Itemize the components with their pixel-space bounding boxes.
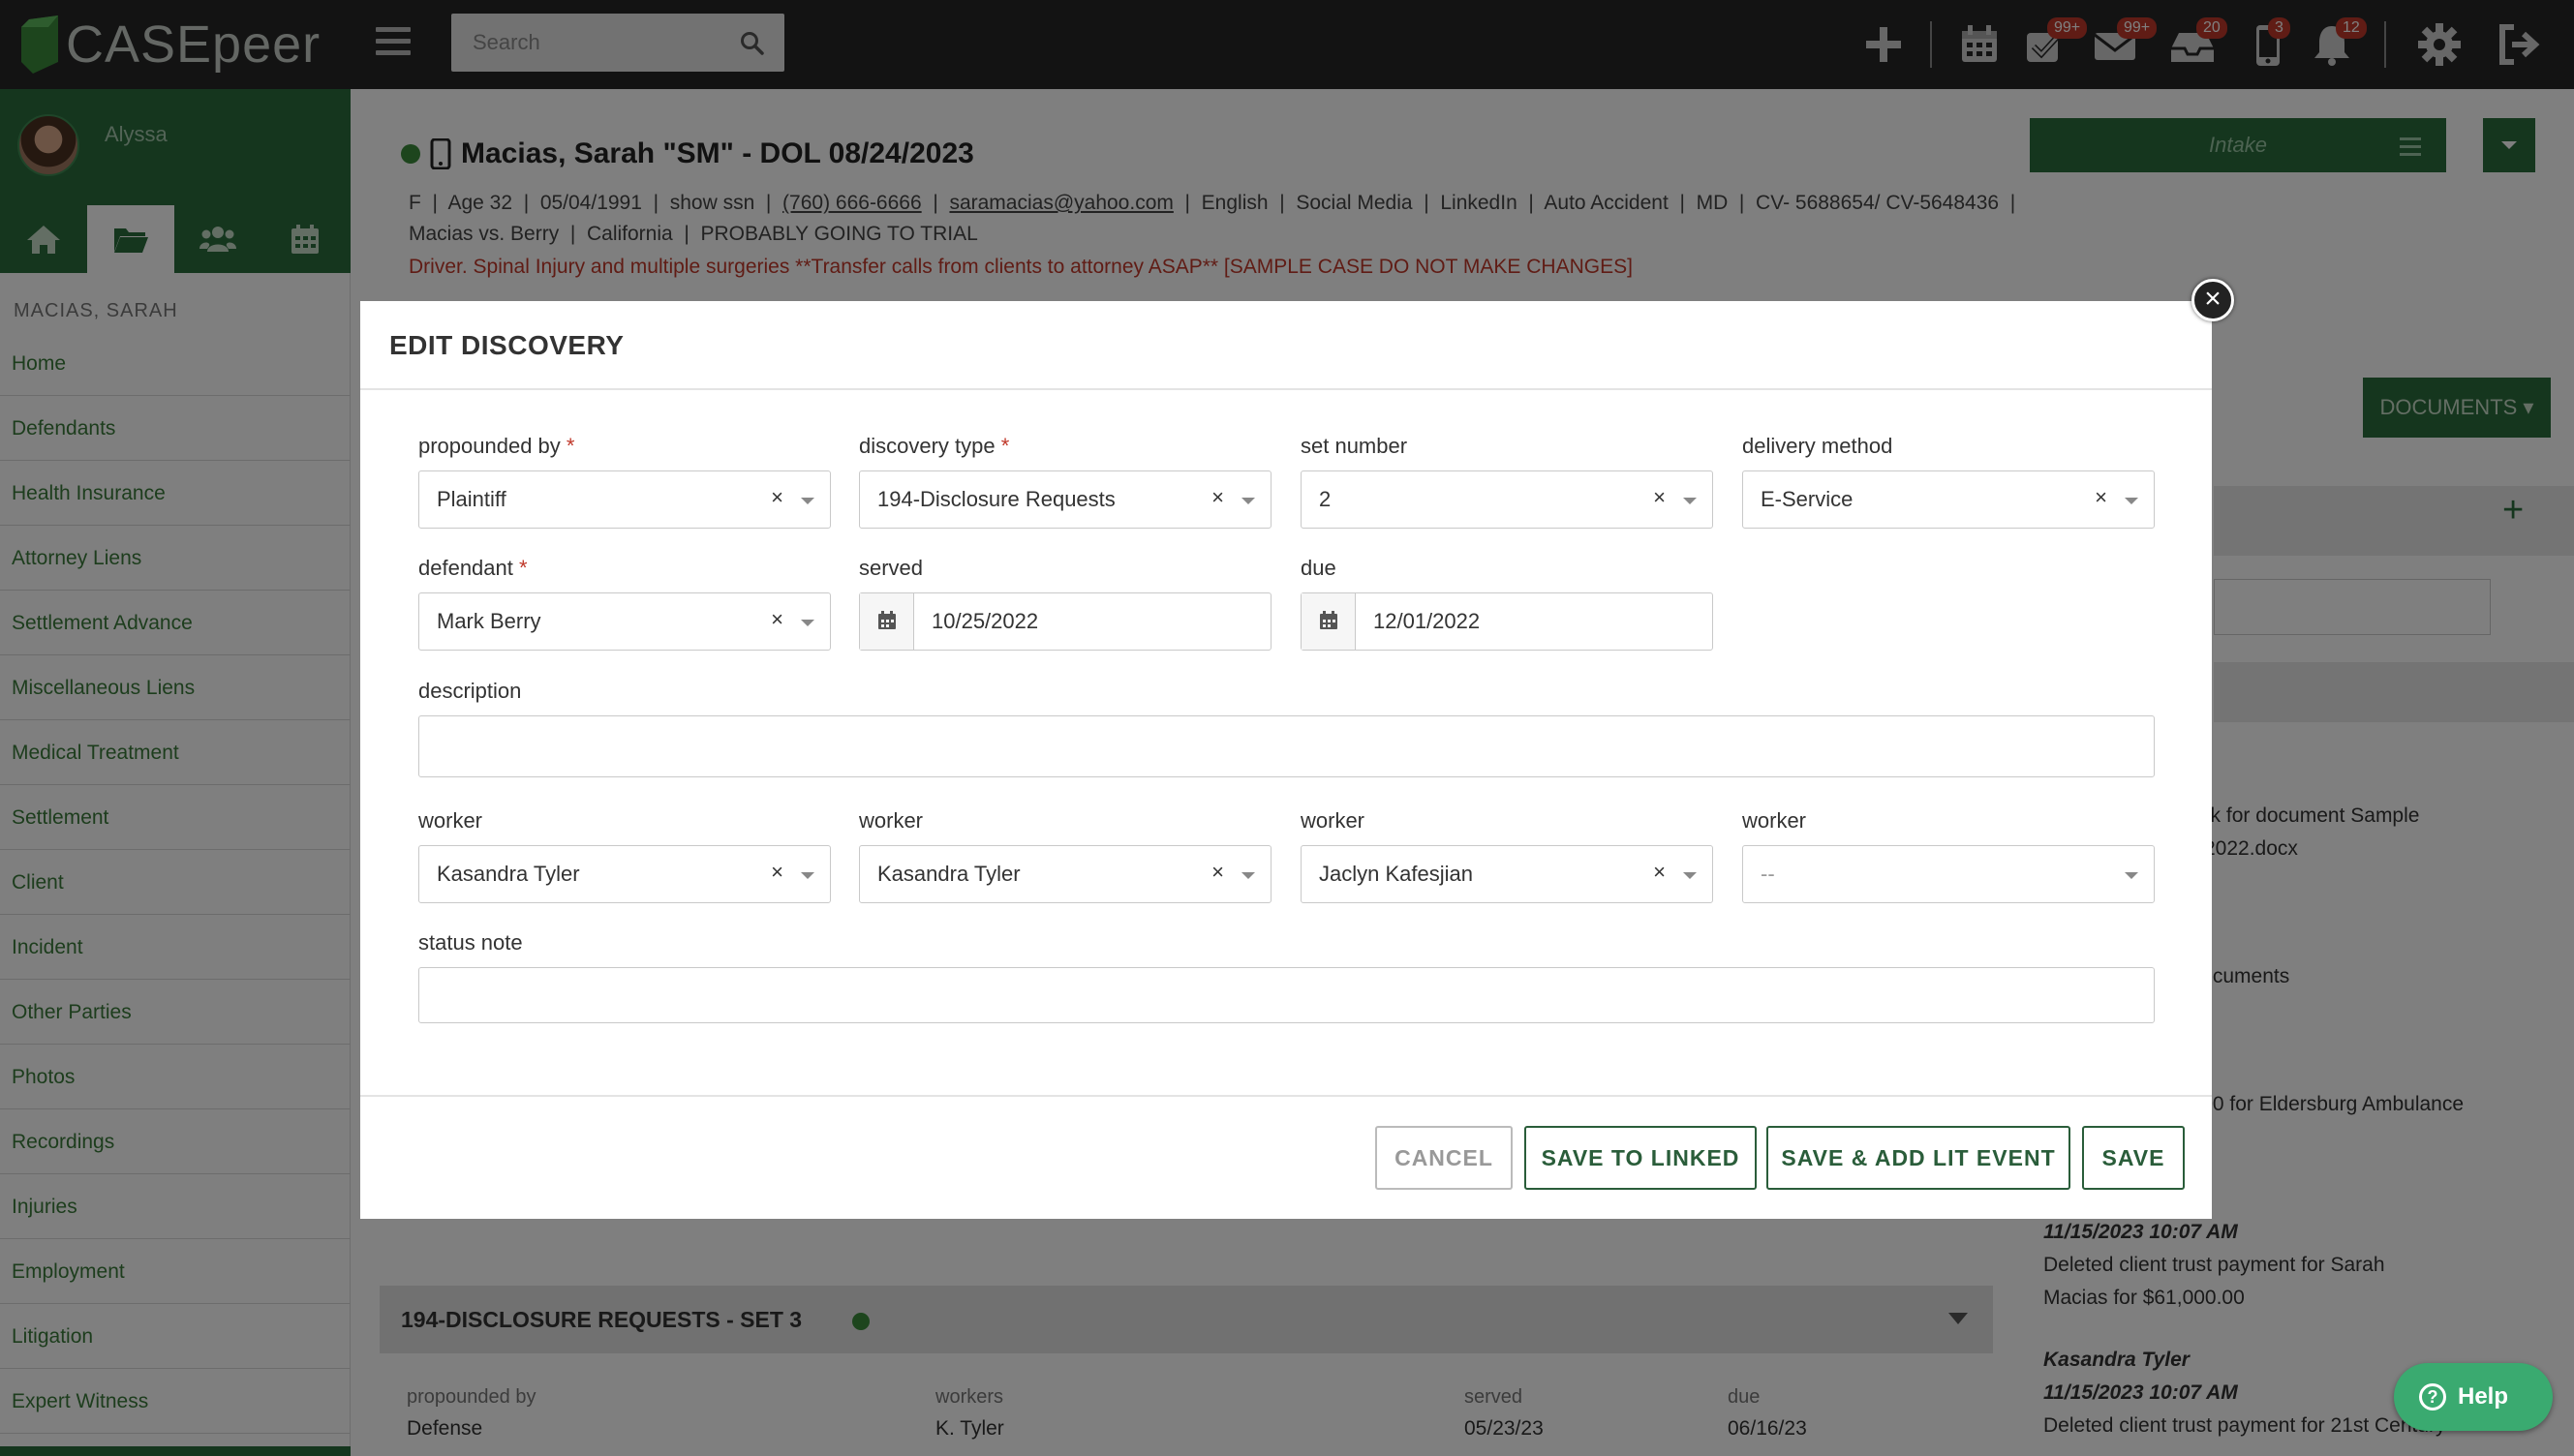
clear-icon[interactable]: ×	[2095, 485, 2107, 510]
dropdown-arrow-icon[interactable]	[801, 498, 814, 504]
served-date-field[interactable]: 10/25/2022	[859, 592, 1272, 651]
delivery-method-label: delivery method	[1742, 434, 1893, 458]
description-input[interactable]	[418, 715, 2155, 777]
select-value: E-Service	[1761, 487, 1854, 511]
save-button[interactable]: SAVE	[2082, 1126, 2185, 1190]
select-value: Jaclyn Kafesjian	[1319, 862, 1473, 886]
propounded-by-label: propounded by *	[418, 434, 574, 459]
required-mark: *	[1000, 434, 1010, 458]
worker-label: worker	[1301, 808, 1365, 833]
select-placeholder: --	[1761, 862, 1775, 886]
served-label: served	[859, 556, 924, 580]
calendar-icon[interactable]	[1302, 593, 1356, 650]
edit-discovery-modal: EDIT DISCOVERY propounded by * Plaintiff…	[360, 301, 2212, 1219]
clear-icon[interactable]: ×	[1653, 485, 1666, 510]
label-text: defendant	[418, 556, 513, 580]
select-value: 194-Disclosure Requests	[877, 487, 1116, 511]
set-number-label: set number	[1301, 434, 1408, 458]
dropdown-arrow-icon[interactable]	[801, 620, 814, 626]
dropdown-arrow-icon[interactable]	[1683, 872, 1697, 879]
due-date-field[interactable]: 12/01/2022	[1301, 592, 1713, 651]
clear-icon[interactable]: ×	[771, 485, 783, 510]
cancel-button[interactable]: CANCEL	[1375, 1126, 1513, 1190]
description-label: description	[418, 679, 522, 703]
help-button[interactable]: ? Help	[2394, 1363, 2553, 1431]
worker-select-4[interactable]: --	[1742, 845, 2155, 903]
select-value: Kasandra Tyler	[877, 862, 1021, 886]
status-note-input[interactable]	[418, 967, 2155, 1023]
required-mark: *	[566, 434, 575, 458]
worker-select-1[interactable]: Kasandra Tyler ×	[418, 845, 831, 903]
select-value: Kasandra Tyler	[437, 862, 580, 886]
dropdown-arrow-icon[interactable]	[2125, 872, 2138, 879]
date-value: 12/01/2022	[1373, 609, 1481, 633]
help-label: Help	[2458, 1383, 2509, 1410]
discovery-type-select[interactable]: 194-Disclosure Requests ×	[859, 470, 1272, 529]
status-note-label: status note	[418, 930, 523, 955]
select-value: Mark Berry	[437, 609, 541, 633]
delivery-method-select[interactable]: E-Service ×	[1742, 470, 2155, 529]
divider	[360, 1095, 2212, 1097]
worker-label: worker	[859, 808, 924, 833]
dropdown-arrow-icon[interactable]	[2125, 498, 2138, 504]
date-value: 10/25/2022	[932, 609, 1039, 633]
required-mark: *	[519, 556, 528, 580]
clear-icon[interactable]: ×	[1653, 860, 1666, 885]
select-value: Plaintiff	[437, 487, 506, 511]
worker-label: worker	[1742, 808, 1807, 833]
discovery-type-label: discovery type *	[859, 434, 1009, 459]
due-label: due	[1301, 556, 1336, 580]
defendant-label: defendant *	[418, 556, 528, 581]
clear-icon[interactable]: ×	[771, 607, 783, 632]
propounded-by-select[interactable]: Plaintiff ×	[418, 470, 831, 529]
defendant-select[interactable]: Mark Berry ×	[418, 592, 831, 651]
close-icon[interactable]: ×	[2191, 279, 2234, 321]
worker-label: worker	[418, 808, 483, 833]
set-number-select[interactable]: 2 ×	[1301, 470, 1713, 529]
modal-title: EDIT DISCOVERY	[389, 330, 625, 360]
label-text: discovery type	[859, 434, 996, 458]
label-text: propounded by	[418, 434, 561, 458]
clear-icon[interactable]: ×	[1211, 485, 1224, 510]
divider	[360, 388, 2212, 390]
select-value: 2	[1319, 487, 1332, 511]
dropdown-arrow-icon[interactable]	[801, 872, 814, 879]
dropdown-arrow-icon[interactable]	[1241, 872, 1255, 879]
help-icon: ?	[2419, 1383, 2446, 1410]
clear-icon[interactable]: ×	[771, 860, 783, 885]
worker-select-2[interactable]: Kasandra Tyler ×	[859, 845, 1272, 903]
dropdown-arrow-icon[interactable]	[1683, 498, 1697, 504]
worker-select-3[interactable]: Jaclyn Kafesjian ×	[1301, 845, 1713, 903]
dropdown-arrow-icon[interactable]	[1241, 498, 1255, 504]
clear-icon[interactable]: ×	[1211, 860, 1224, 885]
save-to-linked-button[interactable]: SAVE TO LINKED	[1524, 1126, 1757, 1190]
calendar-icon[interactable]	[860, 593, 914, 650]
save-add-lit-event-button[interactable]: SAVE & ADD LIT EVENT	[1766, 1126, 2070, 1190]
